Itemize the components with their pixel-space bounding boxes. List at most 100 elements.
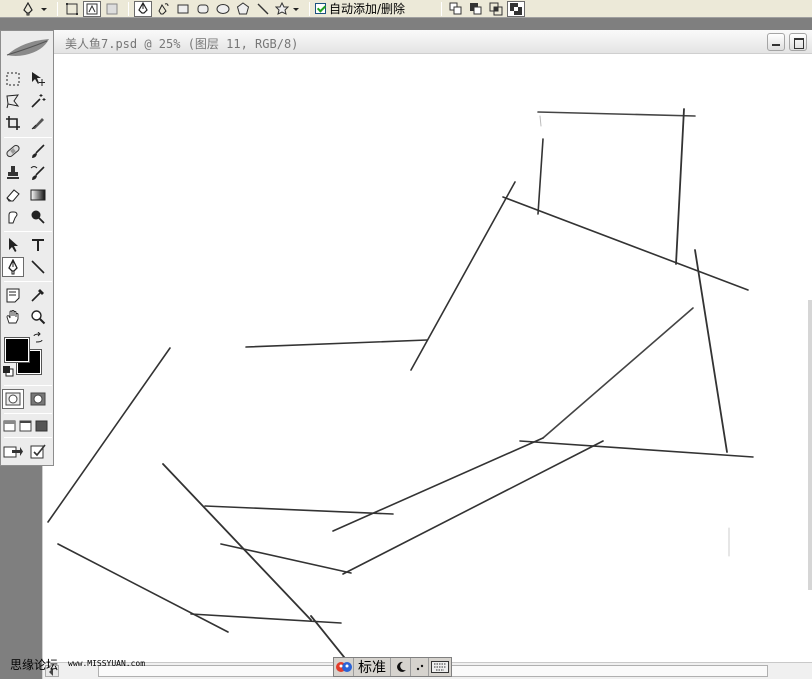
- add-to-path-area-button[interactable]: [447, 1, 465, 17]
- subtract-from-path-area-button[interactable]: [467, 1, 485, 17]
- ime-soft-keyboard-button[interactable]: [429, 658, 451, 676]
- jump-to-imageready-button[interactable]: [2, 441, 24, 461]
- rounded-rectangle-shape-button[interactable]: [194, 1, 212, 17]
- pen-tool-button[interactable]: [134, 0, 152, 17]
- lasso-tool[interactable]: [2, 91, 24, 111]
- jump-to-imageready-alt-button[interactable]: [27, 441, 49, 461]
- auto-add-delete-label: 自动添加/删除: [329, 2, 406, 16]
- eraser-tool[interactable]: [2, 185, 24, 205]
- marquee-tool[interactable]: [2, 69, 24, 89]
- eyedropper-tool[interactable]: [27, 285, 49, 305]
- ime-mode-button[interactable]: 标准: [354, 658, 391, 676]
- feather-logo-icon[interactable]: [3, 33, 53, 63]
- standard-mode-icon: [5, 392, 21, 406]
- document-canvas[interactable]: [43, 54, 812, 663]
- ime-half-width-button[interactable]: [391, 658, 411, 676]
- notes-tool[interactable]: [2, 285, 24, 305]
- move-tool[interactable]: [27, 69, 49, 89]
- bandage-icon: [6, 144, 20, 158]
- screen-mode-full-icon: [35, 420, 47, 432]
- magic-wand-tool[interactable]: [27, 91, 49, 111]
- eraser-icon: [6, 189, 20, 202]
- freeform-pen-icon: [158, 2, 169, 14]
- path-segment: [675, 108, 685, 265]
- ime-logo-button[interactable]: [334, 658, 354, 676]
- line-tool[interactable]: [27, 257, 49, 277]
- polygon-shape-button[interactable]: [234, 1, 252, 17]
- standard-mode-button[interactable]: [2, 389, 24, 409]
- freeform-pen-button[interactable]: [154, 1, 172, 17]
- arrow-cursor-icon: [9, 238, 18, 252]
- fill-pixels-button[interactable]: [103, 1, 121, 17]
- rectangle-shape-button[interactable]: [174, 1, 192, 17]
- fill-pixels-icon: [106, 3, 118, 14]
- punctuation-dots-icon: [416, 664, 423, 671]
- paths-button[interactable]: [83, 0, 101, 17]
- brush-icon: [32, 144, 45, 158]
- path-segment: [537, 111, 696, 117]
- minimize-button[interactable]: [767, 33, 785, 51]
- ime-punctuation-button[interactable]: [411, 658, 429, 676]
- auto-add-delete-checkbox[interactable]: 自动添加/删除: [315, 1, 405, 17]
- standard-screen-mode-button[interactable]: [1, 416, 17, 436]
- gradient-tool[interactable]: [27, 185, 49, 205]
- separator: [4, 437, 52, 438]
- path-selection-tool[interactable]: [2, 235, 24, 255]
- maximize-button[interactable]: [789, 33, 807, 51]
- move-icon: [32, 72, 45, 86]
- blur-tool[interactable]: [2, 207, 24, 227]
- watermark-site-name: 思缘论坛: [10, 658, 59, 672]
- quick-mask-mode-button[interactable]: [27, 389, 49, 409]
- separator: [57, 1, 58, 16]
- shape-layers-button[interactable]: [63, 1, 81, 17]
- crop-tool[interactable]: [2, 113, 24, 133]
- history-brush-tool[interactable]: [27, 163, 49, 183]
- marquee-icon: [6, 72, 20, 86]
- slice-tool[interactable]: [27, 113, 49, 133]
- default-colors-button[interactable]: [1, 365, 15, 377]
- separator: [4, 281, 52, 282]
- pen-icon: [138, 1, 148, 14]
- document-window: 美人鱼7.psd @ 25% (图层 11, RGB/8): [42, 30, 812, 679]
- path-segment: [542, 307, 694, 439]
- ime-mode-label: 标准: [358, 660, 386, 676]
- separator: [128, 1, 129, 16]
- foreground-color-swatch[interactable]: [4, 337, 30, 363]
- path-subtract-icon: [470, 2, 482, 14]
- clone-stamp-tool[interactable]: [2, 163, 24, 183]
- brush-tool[interactable]: [27, 141, 49, 161]
- default-colors-icon: [3, 366, 14, 377]
- separator: [309, 1, 310, 16]
- pen-tool-preset-picker[interactable]: [20, 1, 50, 17]
- full-screen-mode-button[interactable]: [33, 416, 49, 436]
- ime-status-bar: 标准: [333, 657, 452, 677]
- type-t-icon: [32, 239, 44, 251]
- pen-tool[interactable]: [2, 257, 24, 277]
- custom-shape-button[interactable]: [274, 1, 302, 17]
- line-shape-button[interactable]: [254, 1, 272, 17]
- zoom-tool[interactable]: [27, 307, 49, 327]
- type-tool[interactable]: [27, 235, 49, 255]
- path-segment: [519, 440, 754, 458]
- exclude-overlapping-path-areas-button[interactable]: [507, 0, 526, 17]
- hand-tool[interactable]: [2, 307, 24, 327]
- path-segment: [539, 115, 542, 127]
- checkmark-document-icon: [30, 444, 46, 459]
- full-screen-menu-mode-button[interactable]: [17, 416, 33, 436]
- feather-icon: [6, 39, 49, 56]
- burn-tool[interactable]: [27, 207, 49, 227]
- gradient-icon: [30, 189, 46, 201]
- swap-arrows-icon: [33, 332, 43, 343]
- screen-mode-full-menu-icon: [19, 420, 31, 432]
- magic-wand-icon: [31, 94, 46, 108]
- healing-brush-tool[interactable]: [2, 141, 24, 161]
- lasso-icon: [6, 94, 20, 109]
- magnifier-icon: [31, 310, 46, 325]
- history-brush-icon: [30, 166, 45, 180]
- swap-colors-button[interactable]: [31, 331, 45, 345]
- ellipse-shape-button[interactable]: [214, 1, 232, 17]
- watermark-site-url: www.MISSYUAN.com: [68, 659, 146, 668]
- document-title-bar[interactable]: 美人鱼7.psd @ 25% (图层 11, RGB/8): [43, 30, 812, 54]
- line-icon: [31, 260, 45, 274]
- intersect-path-areas-button[interactable]: [487, 1, 505, 17]
